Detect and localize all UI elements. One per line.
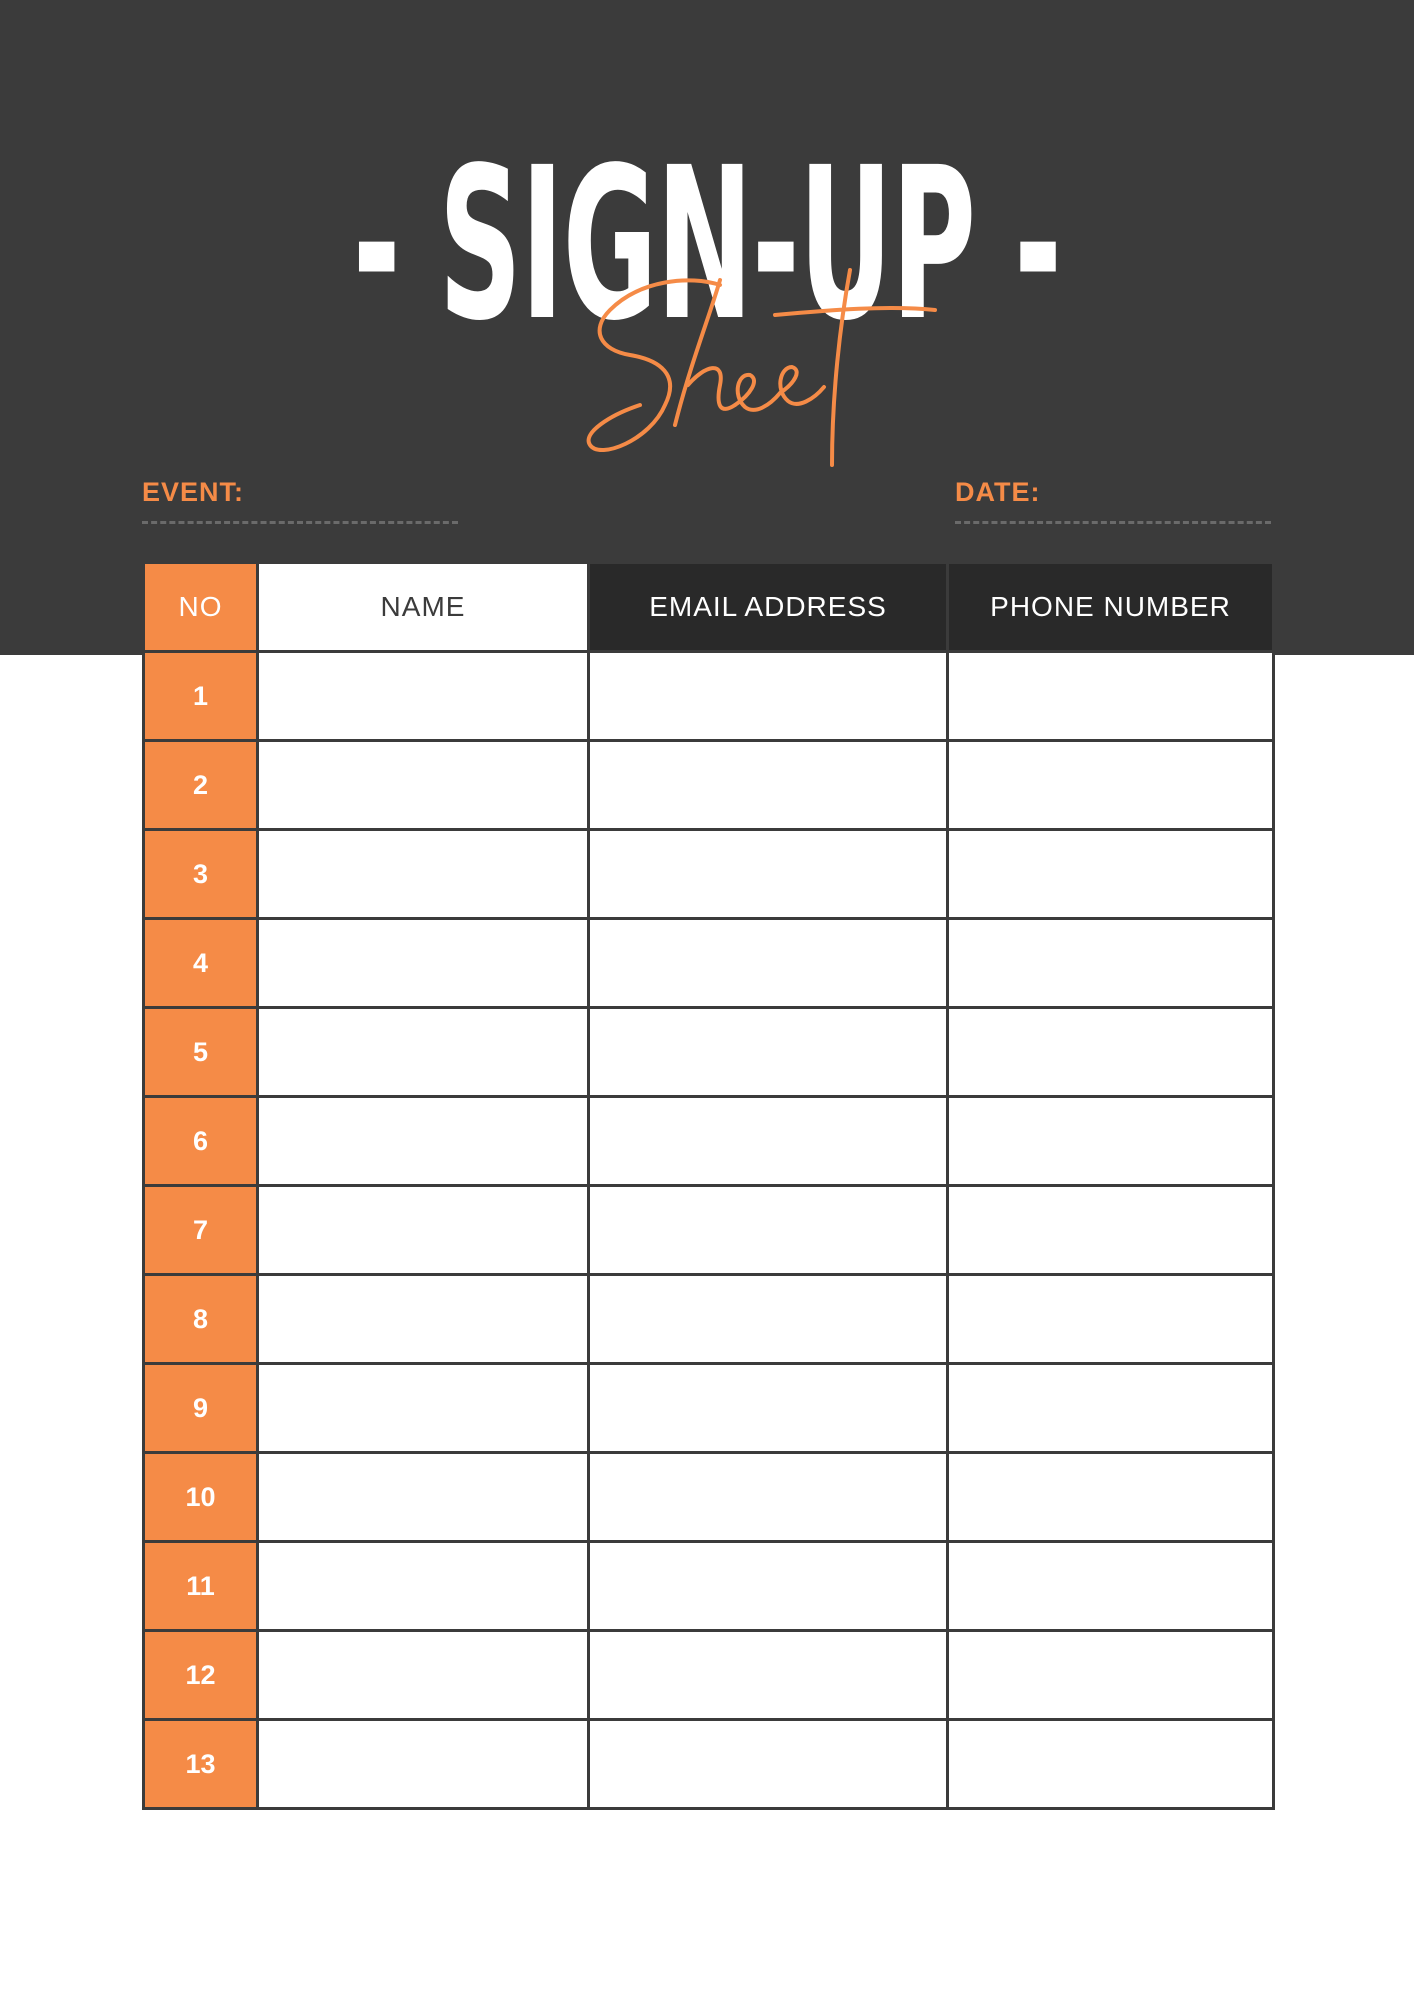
email-cell[interactable] bbox=[587, 1718, 949, 1810]
table-row: 5 bbox=[142, 1006, 1275, 1098]
phone-cell[interactable] bbox=[946, 739, 1275, 831]
name-cell[interactable] bbox=[256, 1273, 590, 1365]
table-row: 1 bbox=[142, 650, 1275, 742]
header-no: NO bbox=[142, 561, 259, 653]
row-number: 5 bbox=[142, 1006, 259, 1098]
phone-cell[interactable] bbox=[946, 1362, 1275, 1454]
email-cell[interactable] bbox=[587, 1451, 949, 1543]
email-cell[interactable] bbox=[587, 1095, 949, 1187]
phone-cell[interactable] bbox=[946, 1540, 1275, 1632]
email-cell[interactable] bbox=[587, 1184, 949, 1276]
table-row: 4 bbox=[142, 917, 1275, 1009]
email-cell[interactable] bbox=[587, 828, 949, 920]
row-number: 7 bbox=[142, 1184, 259, 1276]
row-number: 6 bbox=[142, 1095, 259, 1187]
name-cell[interactable] bbox=[256, 1718, 590, 1810]
row-number: 1 bbox=[142, 650, 259, 742]
signup-table: NO NAME EMAIL ADDRESS PHONE NUMBER 12345… bbox=[142, 561, 1275, 1810]
phone-cell[interactable] bbox=[946, 650, 1275, 742]
table-row: 12 bbox=[142, 1629, 1275, 1721]
name-cell[interactable] bbox=[256, 1451, 590, 1543]
table-row: 7 bbox=[142, 1184, 1275, 1276]
row-number: 12 bbox=[142, 1629, 259, 1721]
row-number: 3 bbox=[142, 828, 259, 920]
event-label: EVENT: bbox=[142, 477, 245, 507]
name-cell[interactable] bbox=[256, 1629, 590, 1721]
email-cell[interactable] bbox=[587, 1629, 949, 1721]
phone-cell[interactable] bbox=[946, 1095, 1275, 1187]
phone-cell[interactable] bbox=[946, 1006, 1275, 1098]
email-cell[interactable] bbox=[587, 650, 949, 742]
phone-cell[interactable] bbox=[946, 1718, 1275, 1810]
table-row: 6 bbox=[142, 1095, 1275, 1187]
header-name: NAME bbox=[256, 561, 590, 653]
phone-cell[interactable] bbox=[946, 1451, 1275, 1543]
table-row: 2 bbox=[142, 739, 1275, 831]
phone-cell[interactable] bbox=[946, 917, 1275, 1009]
table-row: 11 bbox=[142, 1540, 1275, 1632]
table-row: 3 bbox=[142, 828, 1275, 920]
header-email: EMAIL ADDRESS bbox=[587, 561, 949, 653]
date-label: DATE: bbox=[955, 477, 1041, 507]
name-cell[interactable] bbox=[256, 828, 590, 920]
row-number: 9 bbox=[142, 1362, 259, 1454]
row-number: 2 bbox=[142, 739, 259, 831]
email-cell[interactable] bbox=[587, 1540, 949, 1632]
phone-cell[interactable] bbox=[946, 1629, 1275, 1721]
row-number: 4 bbox=[142, 917, 259, 1009]
name-cell[interactable] bbox=[256, 1095, 590, 1187]
date-input-line[interactable] bbox=[955, 521, 1271, 524]
table-row: 10 bbox=[142, 1451, 1275, 1543]
row-number: 8 bbox=[142, 1273, 259, 1365]
email-cell[interactable] bbox=[587, 917, 949, 1009]
name-cell[interactable] bbox=[256, 1362, 590, 1454]
name-cell[interactable] bbox=[256, 1006, 590, 1098]
row-number: 13 bbox=[142, 1718, 259, 1810]
name-cell[interactable] bbox=[256, 1540, 590, 1632]
script-title-sheet bbox=[586, 268, 937, 467]
table-row: 8 bbox=[142, 1273, 1275, 1365]
name-cell[interactable] bbox=[256, 1184, 590, 1276]
row-number: 10 bbox=[142, 1451, 259, 1543]
name-cell[interactable] bbox=[256, 650, 590, 742]
table-header-row: NO NAME EMAIL ADDRESS PHONE NUMBER bbox=[142, 561, 1275, 653]
table-row: 9 bbox=[142, 1362, 1275, 1454]
email-cell[interactable] bbox=[587, 1362, 949, 1454]
name-cell[interactable] bbox=[256, 917, 590, 1009]
email-cell[interactable] bbox=[587, 1006, 949, 1098]
email-cell[interactable] bbox=[587, 1273, 949, 1365]
name-cell[interactable] bbox=[256, 739, 590, 831]
header-phone: PHONE NUMBER bbox=[946, 561, 1275, 653]
phone-cell[interactable] bbox=[946, 1184, 1275, 1276]
email-cell[interactable] bbox=[587, 739, 949, 831]
phone-cell[interactable] bbox=[946, 1273, 1275, 1365]
row-number: 11 bbox=[142, 1540, 259, 1632]
table-row: 13 bbox=[142, 1718, 1275, 1810]
event-input-line[interactable] bbox=[142, 521, 458, 524]
phone-cell[interactable] bbox=[946, 828, 1275, 920]
